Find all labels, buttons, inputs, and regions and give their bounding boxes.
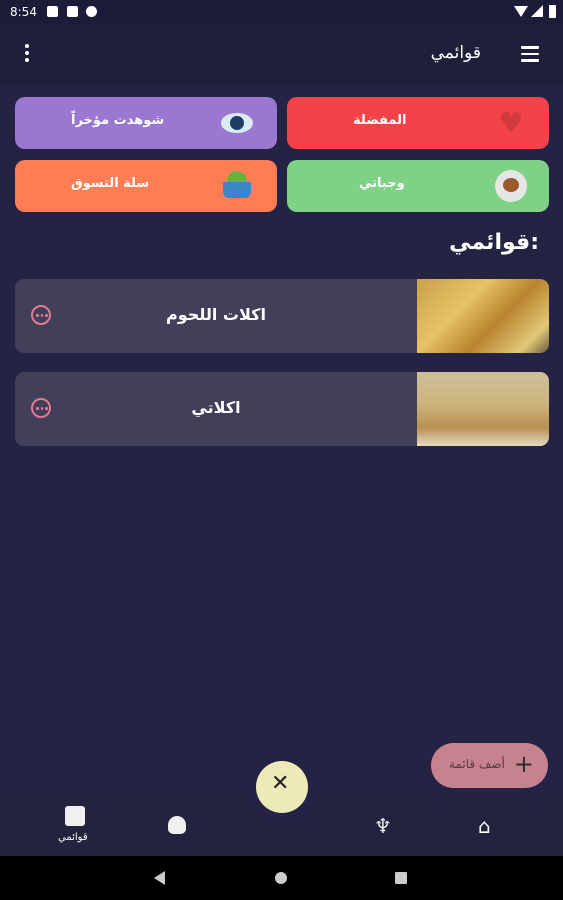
status-time: 8:54 (10, 5, 37, 19)
notification-icon (47, 6, 58, 17)
add-list-button[interactable]: أضف قائمة + (431, 743, 548, 788)
list-name: اكلاتي (191, 398, 241, 417)
list-more-icon[interactable] (31, 305, 51, 325)
list-more-icon[interactable] (31, 398, 51, 418)
add-list-label: أضف قائمة (449, 757, 505, 771)
list-thumbnail (417, 279, 549, 353)
recently-watched-tile[interactable]: شوهدت مؤخراً (15, 97, 277, 149)
signal-icon (531, 5, 543, 17)
list-thumbnail (417, 372, 549, 446)
menu-icon[interactable] (521, 46, 539, 62)
back-icon[interactable] (154, 871, 165, 885)
battery-icon (549, 5, 556, 18)
system-navigation-bar (0, 856, 563, 900)
page-title: قوائمي (430, 43, 481, 63)
chicken-icon (495, 170, 527, 202)
list-name: اكلات اللحوم (166, 305, 266, 324)
home-icon: ⌂ (478, 814, 491, 838)
nav-my-lists[interactable]: قوائمي (54, 796, 98, 856)
chef-hat-icon (168, 816, 186, 834)
whisk-icon: ♆ (374, 814, 392, 838)
section-title: قوائمي: (449, 230, 539, 255)
nav-chef[interactable] (165, 796, 191, 856)
shopping-cart-label: سلة التسوق (71, 176, 150, 191)
more-options-icon[interactable] (20, 44, 34, 64)
sync-icon (86, 6, 97, 17)
wifi-icon (514, 6, 528, 17)
my-meals-tile[interactable]: وجباتي (287, 160, 549, 212)
basket-icon (223, 172, 251, 200)
favorites-tile[interactable]: المفضلة ♥ (287, 97, 549, 149)
list-card[interactable]: اكلات اللحوم (15, 279, 549, 353)
favorites-label: المفضلة (353, 113, 407, 128)
heart-icon: ♥ (498, 106, 524, 139)
eye-icon (221, 113, 253, 133)
nav-my-lists-label: قوائمي (58, 832, 88, 843)
sim-icon (67, 6, 78, 17)
home-button-icon[interactable] (275, 872, 287, 884)
nav-categories[interactable]: ♆ (370, 796, 398, 856)
recently-watched-label: شوهدت مؤخراً (71, 113, 165, 128)
recents-icon[interactable] (395, 872, 407, 884)
app-bar: قوائمي (0, 24, 563, 84)
shopping-cart-tile[interactable]: سلة التسوق (15, 160, 277, 212)
my-meals-label: وجباتي (359, 176, 405, 191)
center-recipes-button[interactable]: ✕ (256, 761, 308, 813)
plus-icon: + (513, 750, 534, 778)
list-card[interactable]: اكلاتي (15, 372, 549, 446)
status-bar: 8:54 (0, 0, 563, 24)
nav-home[interactable]: ⌂ (476, 796, 502, 856)
lists-icon (65, 806, 85, 826)
utensils-icon: ✕ (271, 771, 290, 796)
